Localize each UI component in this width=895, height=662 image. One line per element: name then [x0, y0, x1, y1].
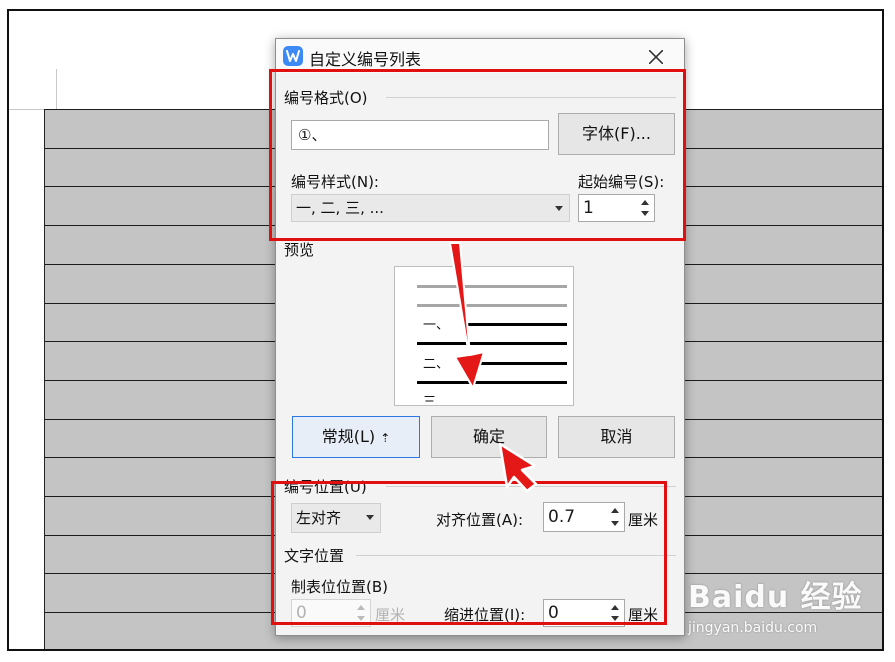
- arrow-pointer-icon: [498, 442, 538, 493]
- annotation-arrows: [449, 242, 538, 493]
- watermark-brand: Baidu 经验: [688, 580, 863, 615]
- arrow-down-icon: [449, 242, 485, 389]
- watermark-url: jingyan.baidu.com: [688, 620, 818, 636]
- baidu-jingyan-watermark: Baidu 经验 jingyan.baidu.com: [688, 572, 888, 652]
